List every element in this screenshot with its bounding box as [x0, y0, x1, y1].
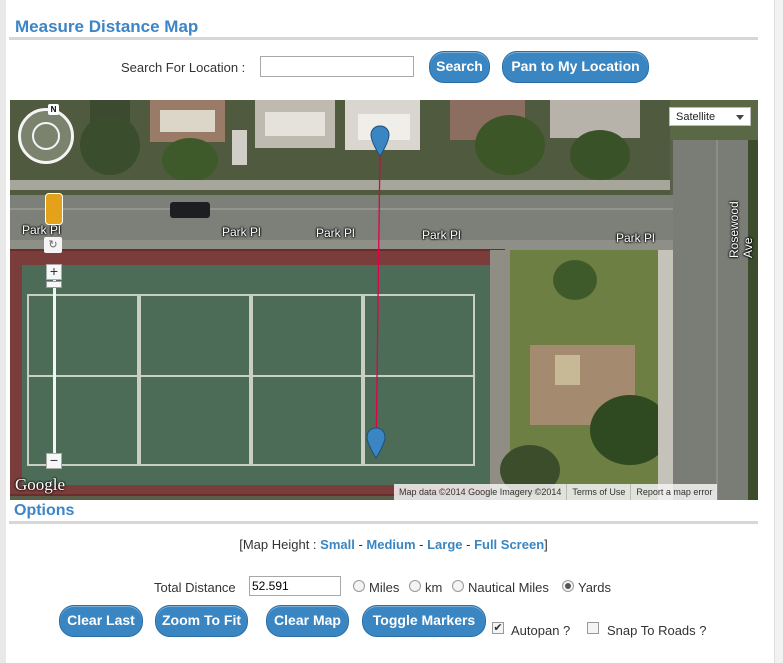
- map-type-value: Satellite: [676, 111, 716, 123]
- separator: -: [354, 537, 367, 552]
- toggle-markers-button[interactable]: Toggle Markers: [362, 605, 486, 637]
- unit-miles-label: Miles: [369, 580, 400, 595]
- separator: -: [415, 537, 428, 552]
- terms-of-use-link[interactable]: Terms of Use: [566, 484, 630, 500]
- zoom-in-button[interactable]: +: [46, 264, 62, 280]
- map-height-suffix: ]: [544, 537, 548, 552]
- compass-north-icon: N: [48, 104, 59, 115]
- height-medium-link[interactable]: Medium: [366, 537, 415, 552]
- unit-miles-radio[interactable]: [353, 580, 365, 592]
- separator: -: [462, 537, 475, 552]
- unit-km-radio[interactable]: [409, 580, 421, 592]
- map-height-prefix: [Map Height :: [239, 537, 321, 552]
- rotate-icon[interactable]: ↻: [44, 237, 62, 253]
- map-marker-start-icon[interactable]: [370, 125, 390, 157]
- map-type-select[interactable]: Satellite: [669, 107, 751, 126]
- map-marker-end-icon[interactable]: [366, 427, 386, 459]
- snap-to-roads-checkbox[interactable]: [587, 622, 599, 634]
- unit-nautical-miles-label: Nautical Miles: [468, 580, 549, 595]
- options-divider: [9, 521, 758, 524]
- street-label: Park Pl: [316, 226, 355, 240]
- chevron-down-icon: [736, 115, 744, 120]
- map-attribution: Map data ©2014 Google Imagery ©2014 Term…: [394, 484, 718, 500]
- unit-km-label: km: [425, 580, 443, 595]
- zoom-to-fit-button[interactable]: Zoom To Fit: [155, 605, 248, 637]
- map-canvas[interactable]: Park Pl Park Pl Park Pl Park Pl Park Pl …: [10, 100, 758, 500]
- street-label: Park Pl: [616, 231, 655, 245]
- search-label: Search For Location :: [121, 60, 246, 75]
- zoom-out-button[interactable]: −: [46, 453, 62, 469]
- measure-line: [375, 149, 381, 459]
- search-button[interactable]: Search: [429, 51, 490, 83]
- street-label: Park Pl: [222, 225, 261, 239]
- height-large-link[interactable]: Large: [427, 537, 462, 552]
- pan-control[interactable]: [18, 108, 74, 164]
- options-heading: Options: [14, 502, 75, 519]
- map-height-selector: [Map Height : Small - Medium - Large - F…: [0, 537, 783, 552]
- height-small-link[interactable]: Small: [320, 537, 355, 552]
- report-map-error-link[interactable]: Report a map error: [630, 484, 717, 500]
- total-distance-label: Total Distance: [154, 580, 236, 595]
- street-label: Rosewood Ave: [727, 201, 755, 258]
- page-title: Measure Distance Map: [15, 17, 199, 36]
- google-logo: Google: [15, 475, 66, 494]
- autopan-checkbox[interactable]: ✔: [492, 622, 504, 634]
- search-bar: Search For Location : Search Pan to My L…: [0, 51, 783, 83]
- unit-yards-label: Yards: [578, 580, 611, 595]
- clear-last-button[interactable]: Clear Last: [59, 605, 143, 637]
- unit-yards-radio[interactable]: [562, 580, 574, 592]
- zoom-slider-handle[interactable]: [46, 281, 62, 288]
- height-fullscreen-link[interactable]: Full Screen: [474, 537, 544, 552]
- pan-arrows-icon: [32, 122, 60, 150]
- total-distance-field[interactable]: [249, 576, 341, 596]
- autopan-label: Autopan ?: [511, 623, 571, 638]
- unit-nautical-miles-radio[interactable]: [452, 580, 464, 592]
- snap-to-roads-label: Snap To Roads ?: [607, 623, 707, 638]
- street-view-pegman-icon[interactable]: [45, 193, 63, 225]
- clear-map-button[interactable]: Clear Map: [266, 605, 349, 637]
- map-data-credit: Map data ©2014 Google Imagery ©2014: [399, 487, 562, 497]
- search-input[interactable]: [260, 56, 414, 77]
- street-label: Park Pl: [422, 228, 461, 242]
- zoom-slider-track[interactable]: [53, 280, 56, 453]
- street-label: Park Pl: [22, 223, 61, 237]
- title-divider: [9, 37, 758, 40]
- pan-to-my-location-button[interactable]: Pan to My Location: [502, 51, 649, 83]
- left-rail: [0, 0, 6, 663]
- scrollbar[interactable]: [774, 0, 783, 663]
